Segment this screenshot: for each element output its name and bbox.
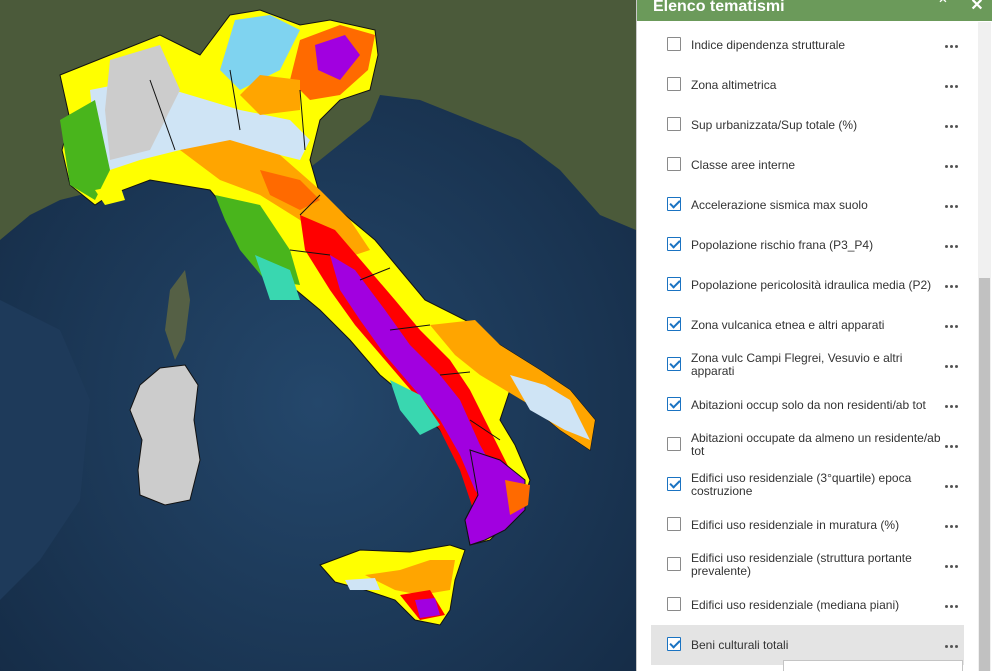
- more-options-icon[interactable]: [943, 241, 961, 251]
- layer-list-item[interactable]: Classe aree interne: [651, 145, 964, 185]
- layer-checkbox[interactable]: [667, 477, 681, 491]
- layer-label[interactable]: Edifici uso residenziale (mediana piani): [691, 585, 941, 625]
- layer-label[interactable]: Zona vulc Campi Flegrei, Vesuvio e altri…: [691, 345, 941, 385]
- more-options-icon[interactable]: [943, 161, 961, 171]
- layer-label[interactable]: Popolazione pericolosità idraulica media…: [691, 265, 941, 305]
- layer-label[interactable]: Edifici uso residenziale (struttura port…: [691, 545, 941, 585]
- layer-label[interactable]: Abitazioni occupate da almeno un residen…: [691, 425, 941, 465]
- layer-label[interactable]: Classe aree interne: [691, 145, 941, 185]
- panel-title: Elenco tematismi: [653, 0, 785, 15]
- layer-list-item[interactable]: Sup urbanizzata/Sup totale (%): [651, 105, 964, 145]
- layer-checkbox[interactable]: [667, 637, 681, 651]
- panel-header: Elenco tematismi ⌃ ✕: [637, 0, 992, 21]
- map-view[interactable]: [0, 0, 636, 671]
- layer-label[interactable]: Beni culturali totali: [691, 625, 941, 665]
- layer-list-item[interactable]: Edifici uso residenziale (3°quartile) ep…: [651, 465, 964, 505]
- layer-list-item[interactable]: Abitazioni occupate da almeno un residen…: [651, 425, 964, 465]
- layer-checkbox[interactable]: [667, 397, 681, 411]
- layer-label[interactable]: Indice dipendenza strutturale: [691, 25, 941, 65]
- more-options-icon[interactable]: [943, 441, 961, 451]
- layer-list: Indice dipendenza strutturale Zona altime…: [651, 25, 964, 665]
- more-options-icon[interactable]: [943, 641, 961, 651]
- layer-checkbox[interactable]: [667, 597, 681, 611]
- layer-list-item[interactable]: Zona vulc Campi Flegrei, Vesuvio e altri…: [651, 345, 964, 385]
- layer-list-item[interactable]: Beni culturali totali: [651, 625, 964, 665]
- more-options-icon[interactable]: [943, 521, 961, 531]
- layer-checkbox[interactable]: [667, 437, 681, 451]
- layer-list-item[interactable]: Popolazione pericolosità idraulica media…: [651, 265, 964, 305]
- layer-checkbox[interactable]: [667, 517, 681, 531]
- layer-checkbox[interactable]: [667, 237, 681, 251]
- more-options-icon[interactable]: [943, 361, 961, 371]
- layer-options-popup: [783, 660, 963, 671]
- layer-label[interactable]: Popolazione rischio frana (P3_P4): [691, 225, 941, 265]
- more-options-icon[interactable]: [943, 561, 961, 571]
- layer-checkbox[interactable]: [667, 557, 681, 571]
- more-options-icon[interactable]: [943, 481, 961, 491]
- layer-checkbox[interactable]: [667, 157, 681, 171]
- more-options-icon[interactable]: [943, 281, 961, 291]
- more-options-icon[interactable]: [943, 81, 961, 91]
- layer-label[interactable]: Accelerazione sismica max suolo: [691, 185, 941, 225]
- more-options-icon[interactable]: [943, 401, 961, 411]
- layer-label[interactable]: Abitazioni occup solo da non residenti/a…: [691, 385, 941, 425]
- layer-checkbox[interactable]: [667, 117, 681, 131]
- layer-checkbox[interactable]: [667, 37, 681, 51]
- layer-list-item[interactable]: Accelerazione sismica max suolo: [651, 185, 964, 225]
- layer-list-item[interactable]: Zona altimetrica: [651, 65, 964, 105]
- scrollbar[interactable]: [978, 22, 991, 671]
- layer-list-item[interactable]: Edifici uso residenziale (mediana piani): [651, 585, 964, 625]
- layer-checkbox[interactable]: [667, 317, 681, 331]
- layer-list-item[interactable]: Abitazioni occup solo da non residenti/a…: [651, 385, 964, 425]
- map-canvas[interactable]: [0, 0, 636, 671]
- more-options-icon[interactable]: [943, 201, 961, 211]
- layer-list-item[interactable]: Indice dipendenza strutturale: [651, 25, 964, 65]
- layer-label[interactable]: Sup urbanizzata/Sup totale (%): [691, 105, 941, 145]
- layer-checkbox[interactable]: [667, 197, 681, 211]
- layer-label[interactable]: Edifici uso residenziale (3°quartile) ep…: [691, 465, 941, 505]
- close-icon[interactable]: ✕: [967, 0, 987, 16]
- more-options-icon[interactable]: [943, 321, 961, 331]
- layer-label[interactable]: Edifici uso residenziale in muratura (%): [691, 505, 941, 545]
- layer-label[interactable]: Zona vulcanica etnea e altri apparati: [691, 305, 941, 345]
- more-options-icon[interactable]: [943, 41, 961, 51]
- layer-list-panel: Elenco tematismi ⌃ ✕ Indice dipendenza s…: [636, 0, 992, 671]
- sicily-light-zone: [345, 578, 380, 590]
- layer-checkbox[interactable]: [667, 277, 681, 291]
- sardinia-region: [129, 364, 201, 506]
- layer-label[interactable]: Zona altimetrica: [691, 65, 941, 105]
- chevron-double-up-icon[interactable]: ⌃: [933, 0, 953, 16]
- layer-list-item[interactable]: Zona vulcanica etnea e altri apparati: [651, 305, 964, 345]
- layer-list-item[interactable]: Popolazione rischio frana (P3_P4): [651, 225, 964, 265]
- layer-checkbox[interactable]: [667, 77, 681, 91]
- more-options-icon[interactable]: [943, 121, 961, 131]
- scrollbar-thumb[interactable]: [979, 278, 990, 671]
- layer-list-item[interactable]: Edifici uso residenziale (struttura port…: [651, 545, 964, 585]
- layer-checkbox[interactable]: [667, 357, 681, 371]
- more-options-icon[interactable]: [943, 601, 961, 611]
- layer-list-item[interactable]: Edifici uso residenziale in muratura (%): [651, 505, 964, 545]
